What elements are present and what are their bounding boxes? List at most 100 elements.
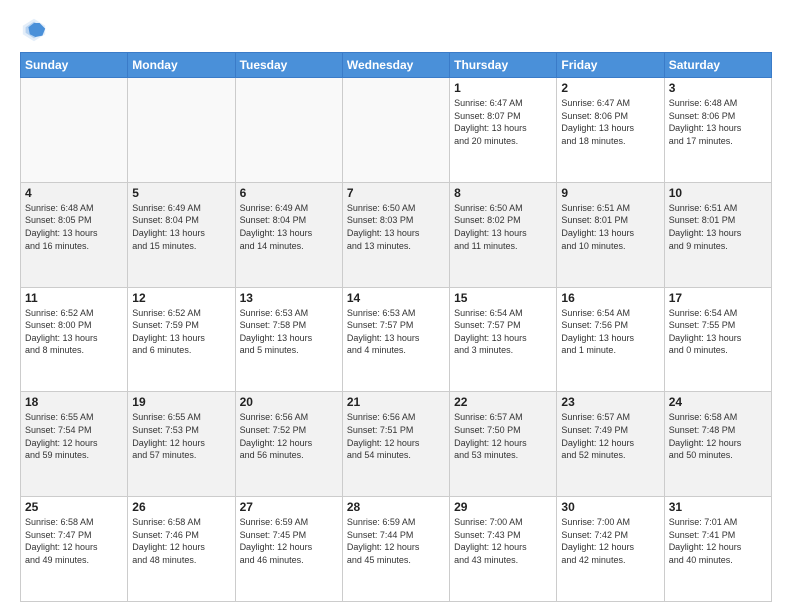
calendar-cell: 8Sunrise: 6:50 AM Sunset: 8:02 PM Daylig… <box>450 182 557 287</box>
day-info: Sunrise: 6:53 AM Sunset: 7:57 PM Dayligh… <box>347 307 445 357</box>
calendar-day-header: Friday <box>557 53 664 78</box>
calendar-cell: 29 Sunrise: 7:00 AM Sunset: 7:43 PM Dayli… <box>450 497 557 602</box>
calendar-cell: 1 Sunrise: 6:47 AM Sunset: 8:07 PM Daylig… <box>450 78 557 183</box>
calendar-cell: 26Sunrise: 6:58 AM Sunset: 7:46 PM Dayli… <box>128 497 235 602</box>
day-info: Sunrise: 6:48 AM Sunset: 8:06 PM Dayligh… <box>669 97 767 147</box>
day-number: 19 <box>132 395 230 409</box>
calendar-week-row: 18 Sunrise: 6:55 AM Sunset: 7:54 PM Dayli… <box>21 392 772 497</box>
day-info: Sunrise: 6:52 AM Sunset: 7:59 PM Dayligh… <box>132 307 230 357</box>
day-info: Sunrise: 6:59 AM Sunset: 7:44 PM Dayligh… <box>347 516 445 566</box>
calendar-cell: 13 Sunrise: 6:53 AM Sunset: 7:58 PM Dayli… <box>235 287 342 392</box>
calendar-cell: 24 Sunrise: 6:58 AM Sunset: 7:48 PM Dayli… <box>664 392 771 497</box>
calendar-day-header: Monday <box>128 53 235 78</box>
day-info: Sunrise: 6:51 AM Sunset: 8:01 PM Dayligh… <box>561 202 659 252</box>
day-number: 6 <box>240 186 338 200</box>
calendar-cell: 12 Sunrise: 6:52 AM Sunset: 7:59 PM Dayli… <box>128 287 235 392</box>
calendar-cell: 3 Sunrise: 6:48 AM Sunset: 8:06 PM Daylig… <box>664 78 771 183</box>
day-number: 12 <box>132 291 230 305</box>
day-number: 13 <box>240 291 338 305</box>
day-number: 17 <box>669 291 767 305</box>
day-info: Sunrise: 6:50 AM Sunset: 8:03 PM Dayligh… <box>347 202 445 252</box>
calendar-cell: 28 Sunrise: 6:59 AM Sunset: 7:44 PM Dayli… <box>342 497 449 602</box>
day-number: 1 <box>454 81 552 95</box>
calendar-cell <box>128 78 235 183</box>
day-info: Sunrise: 7:00 AM Sunset: 7:42 PM Dayligh… <box>561 516 659 566</box>
day-number: 16 <box>561 291 659 305</box>
calendar-week-row: 4Sunrise: 6:48 AM Sunset: 8:05 PM Daylig… <box>21 182 772 287</box>
calendar-cell: 10Sunrise: 6:51 AM Sunset: 8:01 PM Dayli… <box>664 182 771 287</box>
calendar-cell: 11Sunrise: 6:52 AM Sunset: 8:00 PM Dayli… <box>21 287 128 392</box>
calendar-cell: 31 Sunrise: 7:01 AM Sunset: 7:41 PM Dayli… <box>664 497 771 602</box>
calendar-week-row: 25 Sunrise: 6:58 AM Sunset: 7:47 PM Dayli… <box>21 497 772 602</box>
calendar-cell: 22Sunrise: 6:57 AM Sunset: 7:50 PM Dayli… <box>450 392 557 497</box>
calendar-cell: 17 Sunrise: 6:54 AM Sunset: 7:55 PM Dayli… <box>664 287 771 392</box>
day-number: 7 <box>347 186 445 200</box>
calendar-day-header: Tuesday <box>235 53 342 78</box>
calendar-table: SundayMondayTuesdayWednesdayThursdayFrid… <box>20 52 772 602</box>
calendar-day-header: Wednesday <box>342 53 449 78</box>
day-number: 30 <box>561 500 659 514</box>
day-number: 25 <box>25 500 123 514</box>
calendar-day-header: Thursday <box>450 53 557 78</box>
calendar-cell: 16Sunrise: 6:54 AM Sunset: 7:56 PM Dayli… <box>557 287 664 392</box>
day-number: 24 <box>669 395 767 409</box>
calendar-cell <box>21 78 128 183</box>
calendar-cell: 15 Sunrise: 6:54 AM Sunset: 7:57 PM Dayli… <box>450 287 557 392</box>
day-info: Sunrise: 6:55 AM Sunset: 7:53 PM Dayligh… <box>132 411 230 461</box>
day-info: Sunrise: 6:54 AM Sunset: 7:57 PM Dayligh… <box>454 307 552 357</box>
calendar-cell: 19 Sunrise: 6:55 AM Sunset: 7:53 PM Dayli… <box>128 392 235 497</box>
calendar-cell: 9 Sunrise: 6:51 AM Sunset: 8:01 PM Daylig… <box>557 182 664 287</box>
day-info: Sunrise: 6:54 AM Sunset: 7:55 PM Dayligh… <box>669 307 767 357</box>
day-number: 20 <box>240 395 338 409</box>
day-number: 5 <box>132 186 230 200</box>
day-info: Sunrise: 6:49 AM Sunset: 8:04 PM Dayligh… <box>132 202 230 252</box>
calendar-cell: 18 Sunrise: 6:55 AM Sunset: 7:54 PM Dayli… <box>21 392 128 497</box>
day-number: 15 <box>454 291 552 305</box>
day-number: 29 <box>454 500 552 514</box>
logo <box>20 16 52 44</box>
day-info: Sunrise: 6:56 AM Sunset: 7:51 PM Dayligh… <box>347 411 445 461</box>
day-number: 31 <box>669 500 767 514</box>
day-info: Sunrise: 6:51 AM Sunset: 8:01 PM Dayligh… <box>669 202 767 252</box>
day-number: 28 <box>347 500 445 514</box>
day-info: Sunrise: 6:53 AM Sunset: 7:58 PM Dayligh… <box>240 307 338 357</box>
day-info: Sunrise: 7:01 AM Sunset: 7:41 PM Dayligh… <box>669 516 767 566</box>
logo-icon <box>20 16 48 44</box>
day-number: 11 <box>25 291 123 305</box>
day-info: Sunrise: 6:57 AM Sunset: 7:49 PM Dayligh… <box>561 411 659 461</box>
day-info: Sunrise: 6:58 AM Sunset: 7:46 PM Dayligh… <box>132 516 230 566</box>
day-info: Sunrise: 7:00 AM Sunset: 7:43 PM Dayligh… <box>454 516 552 566</box>
calendar-cell: 4Sunrise: 6:48 AM Sunset: 8:05 PM Daylig… <box>21 182 128 287</box>
calendar-cell: 27 Sunrise: 6:59 AM Sunset: 7:45 PM Dayli… <box>235 497 342 602</box>
day-number: 23 <box>561 395 659 409</box>
header <box>20 16 772 44</box>
day-info: Sunrise: 6:58 AM Sunset: 7:48 PM Dayligh… <box>669 411 767 461</box>
day-info: Sunrise: 6:59 AM Sunset: 7:45 PM Dayligh… <box>240 516 338 566</box>
day-info: Sunrise: 6:58 AM Sunset: 7:47 PM Dayligh… <box>25 516 123 566</box>
day-number: 3 <box>669 81 767 95</box>
calendar-cell: 20 Sunrise: 6:56 AM Sunset: 7:52 PM Dayli… <box>235 392 342 497</box>
calendar-cell: 25 Sunrise: 6:58 AM Sunset: 7:47 PM Dayli… <box>21 497 128 602</box>
calendar-cell: 7 Sunrise: 6:50 AM Sunset: 8:03 PM Daylig… <box>342 182 449 287</box>
day-number: 14 <box>347 291 445 305</box>
calendar-week-row: 11Sunrise: 6:52 AM Sunset: 8:00 PM Dayli… <box>21 287 772 392</box>
calendar-day-header: Sunday <box>21 53 128 78</box>
day-info: Sunrise: 6:57 AM Sunset: 7:50 PM Dayligh… <box>454 411 552 461</box>
day-number: 27 <box>240 500 338 514</box>
day-info: Sunrise: 6:50 AM Sunset: 8:02 PM Dayligh… <box>454 202 552 252</box>
day-info: Sunrise: 6:56 AM Sunset: 7:52 PM Dayligh… <box>240 411 338 461</box>
calendar-cell: 6 Sunrise: 6:49 AM Sunset: 8:04 PM Daylig… <box>235 182 342 287</box>
calendar-cell <box>342 78 449 183</box>
calendar-cell: 21Sunrise: 6:56 AM Sunset: 7:51 PM Dayli… <box>342 392 449 497</box>
day-info: Sunrise: 6:47 AM Sunset: 8:07 PM Dayligh… <box>454 97 552 147</box>
day-number: 4 <box>25 186 123 200</box>
day-info: Sunrise: 6:55 AM Sunset: 7:54 PM Dayligh… <box>25 411 123 461</box>
day-info: Sunrise: 6:47 AM Sunset: 8:06 PM Dayligh… <box>561 97 659 147</box>
day-info: Sunrise: 6:49 AM Sunset: 8:04 PM Dayligh… <box>240 202 338 252</box>
calendar-cell: 2Sunrise: 6:47 AM Sunset: 8:06 PM Daylig… <box>557 78 664 183</box>
calendar-cell: 30 Sunrise: 7:00 AM Sunset: 7:42 PM Dayli… <box>557 497 664 602</box>
calendar-cell: 14 Sunrise: 6:53 AM Sunset: 7:57 PM Dayli… <box>342 287 449 392</box>
calendar-week-row: 1 Sunrise: 6:47 AM Sunset: 8:07 PM Daylig… <box>21 78 772 183</box>
day-number: 18 <box>25 395 123 409</box>
day-number: 9 <box>561 186 659 200</box>
